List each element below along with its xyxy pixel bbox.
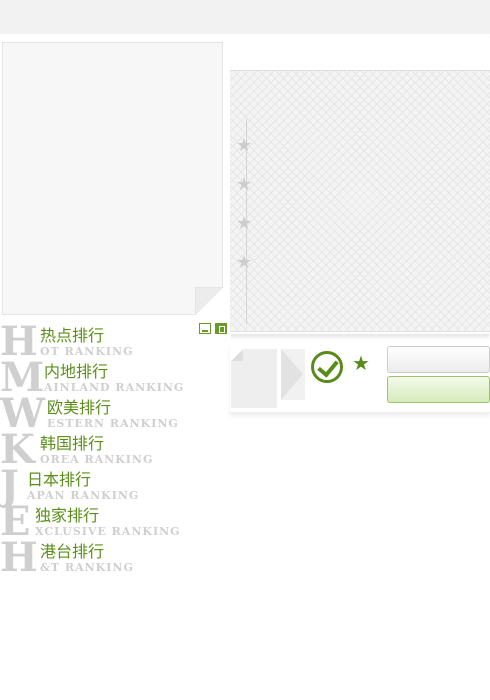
ranking-subtitle: &T RANKING [40,561,134,574]
controls-row: ★ [230,343,490,413]
scalloped-edge [0,30,490,38]
ranking-korea[interactable]: K 韩国排行 OREA RANKING [0,430,220,470]
top-banner [0,0,490,38]
ranking-title[interactable]: 热点排行 [40,326,104,346]
ranking-title[interactable]: 独家排行 [35,506,99,526]
ranking-hk-tw[interactable]: H 港台排行 &T RANKING [0,538,220,578]
ranking-title[interactable]: 日本排行 [27,470,91,490]
cover-placeholder [2,42,223,315]
initial-letter: H [0,534,38,581]
check-icon[interactable] [311,351,343,383]
star-icon[interactable]: ★ [236,254,252,272]
star-icon[interactable]: ★ [236,215,252,233]
star-icon[interactable]: ★ [236,137,252,155]
ranking-japan[interactable]: J 日本排行 APAN RANKING [0,466,220,506]
action-button-1[interactable] [387,346,490,373]
ranking-subtitle: APAN RANKING [27,489,140,502]
ranking-title[interactable]: 港台排行 [40,542,104,562]
ranking-subtitle: OREA RANKING [40,453,154,466]
action-button-2[interactable] [387,376,490,403]
ranking-subtitle: AINLAND RANKING [44,381,185,394]
player-panel: ★ ★ ★ ★ [230,70,490,332]
ranking-subtitle: OT RANKING [40,345,134,358]
next-arrow-icon[interactable] [281,349,305,400]
ranking-subtitle: XCLUSIVE RANKING [35,525,181,538]
ranking-title[interactable]: 内地排行 [44,362,108,382]
ranking-title[interactable]: 欧美排行 [47,398,111,418]
panel-shadow [231,334,489,340]
star-icon[interactable]: ★ [236,176,252,194]
favorite-star-icon[interactable]: ★ [352,352,370,374]
ranking-subtitle: ESTERN RANKING [47,417,179,430]
thumbnail [231,349,277,408]
ranking-title[interactable]: 韩国排行 [40,434,104,454]
page-curl [195,287,223,315]
